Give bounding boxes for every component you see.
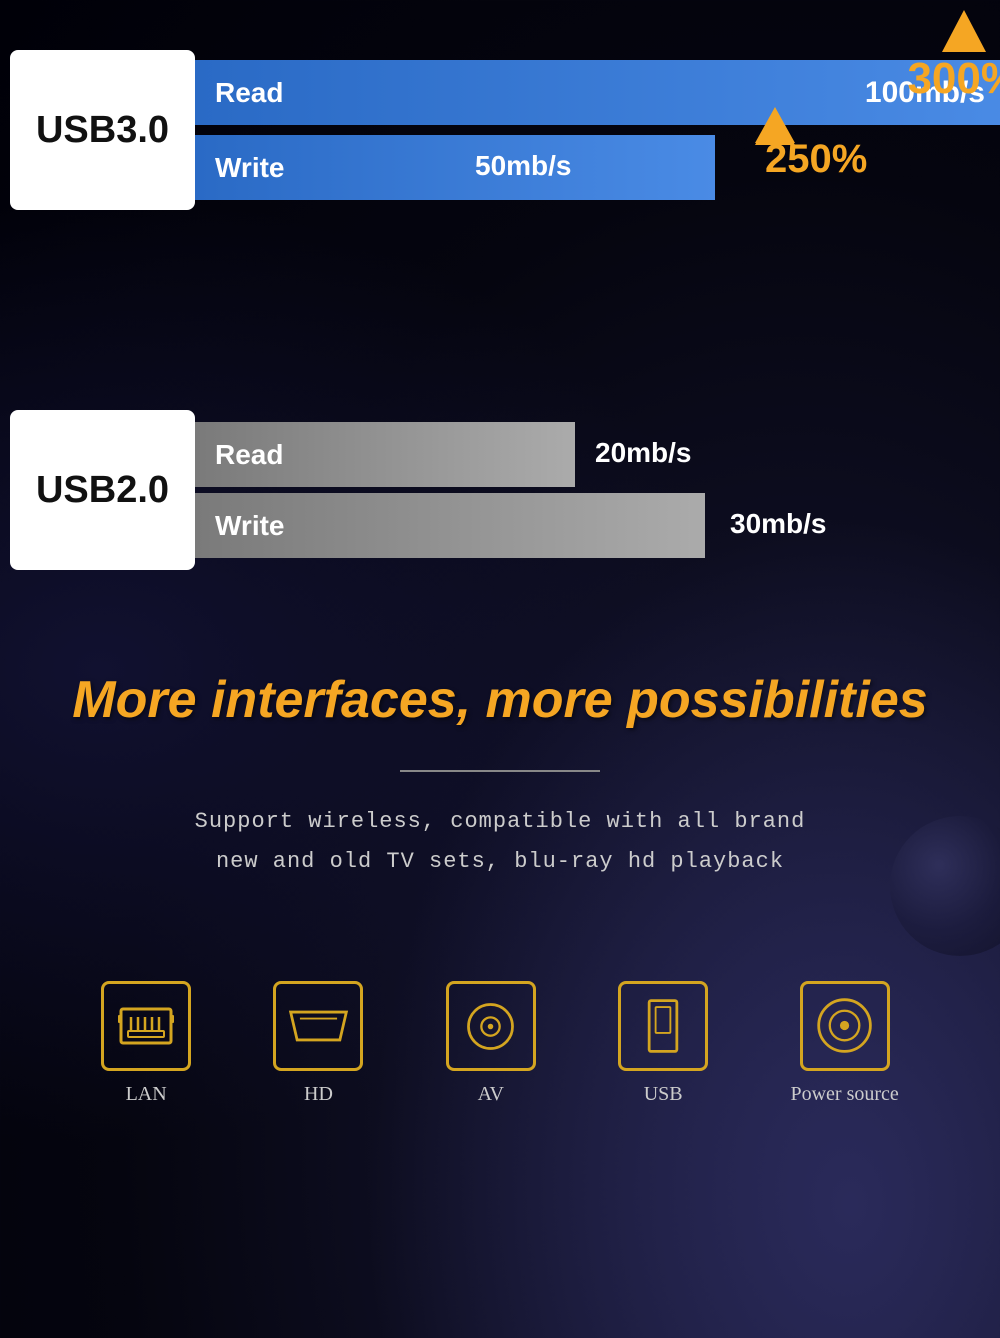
usb3-read-row: Read 100mb/s 300% [195, 60, 1000, 125]
lan-icon [116, 1001, 176, 1051]
hd-icon [286, 1006, 351, 1046]
more-interfaces-title: More interfaces, more possibilities [40, 670, 960, 730]
usb-label: USB [644, 1083, 683, 1106]
usb2-bars: Read 20mb/s Write 30mb/s [195, 418, 990, 562]
usb3-read-label: Read [215, 77, 283, 109]
usb2-read-label: Read [215, 439, 283, 471]
usb3-300-container: 300% [907, 10, 1000, 104]
support-line1: Support wireless, compatible with all br… [195, 809, 806, 834]
av-label: AV [478, 1083, 504, 1106]
usb3-section: USB3.0 Read 100mb/s 300% Write [0, 20, 1000, 230]
hd-item: HD [273, 981, 363, 1106]
usb3-write-bar: Write [195, 135, 715, 200]
usb2-write-label: Write [215, 510, 285, 542]
usb2-write-bar: Write [195, 493, 705, 558]
support-text: Support wireless, compatible with all br… [40, 802, 960, 881]
usb2-read-bar: Read [195, 422, 575, 487]
lan-label: LAN [126, 1083, 167, 1106]
more-interfaces-section: More interfaces, more possibilities Supp… [0, 590, 1000, 901]
power-item: Power source [790, 981, 898, 1106]
usb3-label: USB3.0 [10, 50, 195, 210]
usb2-write-row: Write 30mb/s [195, 493, 990, 558]
hd-icon-box [273, 981, 363, 1071]
icons-section: LAN HD [0, 921, 1000, 1136]
usb3-bars: Read 100mb/s 300% Write 50mb/s [195, 56, 1000, 204]
spacer1 [0, 230, 1000, 290]
power-source-icon [815, 996, 875, 1056]
divider-line [400, 770, 600, 772]
usb-item: USB [618, 981, 708, 1106]
usb-icon-box [618, 981, 708, 1071]
usb3-write-speed: 50mb/s [475, 150, 572, 182]
av-icon [463, 999, 518, 1054]
av-item: AV [446, 981, 536, 1106]
av-icon-box [446, 981, 536, 1071]
spacer2 [0, 290, 1000, 350]
usb2-read-speed: 20mb/s [595, 437, 692, 469]
usb2-section: USB2.0 Read 20mb/s Write 30mb/s [0, 350, 1000, 590]
usb3-write-row: Write 50mb/s 250% [195, 135, 1000, 200]
usb2-label: USB2.0 [10, 410, 195, 570]
usb3-write-label: Write [215, 152, 285, 184]
power-icon-box [800, 981, 890, 1071]
power-label: Power source [790, 1083, 898, 1106]
300-arrow-icon [942, 10, 986, 52]
lan-icon-box [101, 981, 191, 1071]
usb-port-icon [643, 996, 683, 1056]
support-line2: new and old TV sets, blu-ray hd playback [216, 849, 784, 874]
lan-item: LAN [101, 981, 191, 1106]
usb2-write-speed: 30mb/s [730, 508, 827, 540]
usb3-write-percent: 250% [765, 137, 867, 182]
page-container: USB3.0 Read 100mb/s 300% Write [0, 0, 1000, 1156]
usb2-read-row: Read 20mb/s [195, 422, 990, 487]
usb3-read-percent: 300% [907, 54, 1000, 104]
hd-label: HD [304, 1083, 333, 1106]
usb3-read-bar: Read 100mb/s [195, 60, 1000, 125]
